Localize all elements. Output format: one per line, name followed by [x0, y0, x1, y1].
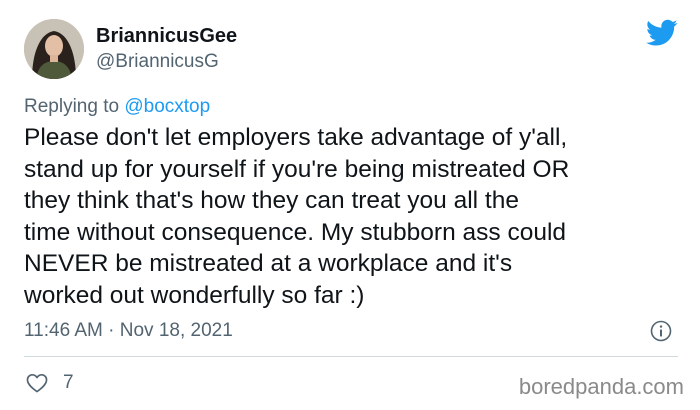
- author-handle[interactable]: @BriannicusG: [96, 51, 219, 73]
- tweet-text-line: stand up for yourself if you're being mi…: [24, 155, 570, 183]
- tweet-text-line: NEVER be mistreated at a workplace and i…: [24, 250, 513, 277]
- tweet-card: BriannicusGee @BriannicusG Replying to @…: [0, 0, 700, 410]
- replying-to: Replying to @bocxtop: [24, 95, 210, 119]
- tweet-text-line: they think that's how they can treat you…: [24, 187, 519, 214]
- twitter-bird-icon[interactable]: [646, 19, 678, 47]
- divider: [24, 356, 678, 357]
- like-count: 7: [63, 372, 74, 393]
- tweet-text: Please don't let employers take advantag…: [24, 122, 684, 311]
- tweet-text-line: time without consequence. My stubborn as…: [24, 218, 567, 246]
- heart-icon[interactable]: [26, 373, 48, 393]
- info-icon[interactable]: [650, 320, 672, 342]
- avatar[interactable]: [24, 19, 84, 79]
- tweet-text-line: worked out wonderfully so far :): [24, 281, 365, 309]
- author-display-name[interactable]: BriannicusGee: [96, 24, 237, 48]
- tweet-timestamp[interactable]: 11:46 AM · Nov 18, 2021: [24, 319, 233, 343]
- reply-mention-link[interactable]: @bocxtop: [124, 96, 210, 117]
- tweet-text-line: Please don't let employers take advantag…: [24, 124, 568, 151]
- replying-to-label: Replying to: [24, 96, 125, 117]
- watermark: boredpanda.com: [518, 374, 684, 399]
